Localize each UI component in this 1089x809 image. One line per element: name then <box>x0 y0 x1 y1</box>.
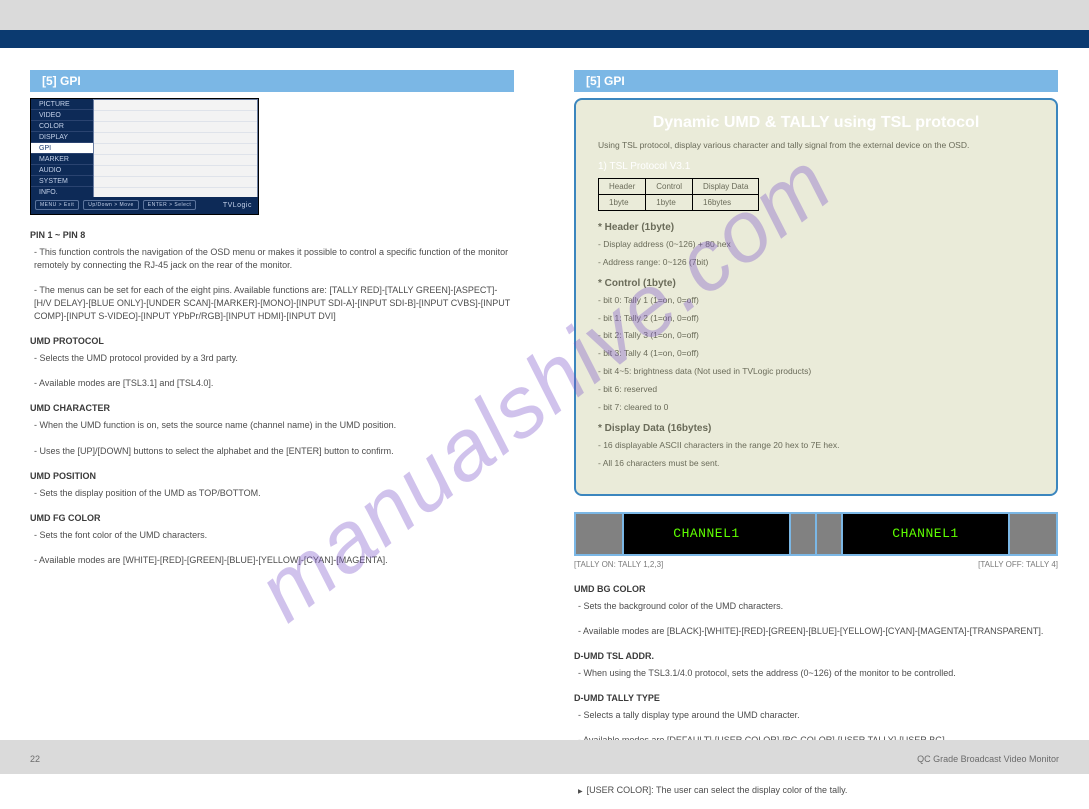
sidebar-item-video: VIDEO <box>31 110 93 121</box>
para: [USER COLOR]: The user can select the di… <box>574 784 1058 797</box>
footer-caption: QC Grade Broadcast Video Monitor <box>917 754 1059 764</box>
th-control: Control <box>646 178 693 194</box>
sidebar-item-gpi: GPI <box>31 143 93 154</box>
tally-block-right-1 <box>817 514 841 554</box>
para: - Sets the display position of the UMD a… <box>30 487 514 500</box>
td-header: 1byte <box>599 194 646 210</box>
para: - Selects a tally display type around th… <box>574 709 1058 722</box>
heading-tsl-tally: D-UMD TALLY TYPE <box>574 692 1058 705</box>
heading-umd-character: UMD CHARACTER <box>30 402 514 415</box>
para: - Uses the [UP]/[DOWN] buttons to select… <box>30 445 514 458</box>
sidebar-item-picture: PICTURE <box>31 99 93 110</box>
osd-content-panel <box>93 99 258 198</box>
osd-hint-exit: MENU > Exit <box>35 200 79 210</box>
info-lead: Using TSL protocol, display various char… <box>598 140 1034 152</box>
para: - Display address (0~126) + 80 hex <box>598 239 1034 251</box>
para: - Available modes are [BLACK]-[WHITE]-[R… <box>574 625 1058 638</box>
para: - bit 3: Tally 4 (1=on, 0=off) <box>598 348 1034 360</box>
heading-umd-protocol: UMD PROTOCOL <box>30 335 514 348</box>
heading-pin1-8: PIN 1 ~ PIN 8 <box>30 229 514 242</box>
hdr-byte-head: * Header (1byte) <box>598 221 1034 235</box>
para: - Available modes are [TSL3.1] and [TSL4… <box>30 377 514 390</box>
para: - bit 6: reserved <box>598 384 1034 396</box>
heading-umd-fg-color: UMD FG COLOR <box>30 512 514 525</box>
info-title: Dynamic UMD & TALLY using TSL protocol <box>598 114 1034 132</box>
left-body-text: PIN 1 ~ PIN 8 - This function controls t… <box>30 229 514 567</box>
info-protocol-hdr: 1) TSL Protocol V3.1 <box>598 160 1034 174</box>
para: - bit 2: Tally 3 (1=on, 0=off) <box>598 330 1034 342</box>
page-number: 22 <box>30 754 40 764</box>
disp-byte-head: * Display Data (16bytes) <box>598 422 1034 436</box>
tally-block-left-1 <box>576 514 622 554</box>
ctrl-byte-head: * Control (1byte) <box>598 277 1034 291</box>
sidebar-item-display: DISPLAY <box>31 132 93 143</box>
sidebar-item-marker: MARKER <box>31 154 93 165</box>
para: - Available modes are [WHITE]-[RED]-[GRE… <box>30 554 514 567</box>
left-column: [5] GPI PICTURE VIDEO COLOR DISPLAY GPI … <box>30 70 514 809</box>
para: - bit 7: cleared to 0 <box>598 402 1034 414</box>
para: - When the UMD function is on, sets the … <box>30 419 514 432</box>
sidebar-item-audio: AUDIO <box>31 165 93 176</box>
table-row: Header Control Display Data <box>599 178 759 194</box>
sidebar-item-system: SYSTEM <box>31 176 93 187</box>
whiteband <box>0 48 1089 70</box>
th-header: Header <box>599 178 646 194</box>
para: - The menus can be set for each of the e… <box>30 284 514 323</box>
para: - Selects the UMD protocol provided by a… <box>30 352 514 365</box>
channel-name-left: CHANNEL1 <box>624 514 789 554</box>
heading-umd-position: UMD POSITION <box>30 470 514 483</box>
para: - Sets the background color of the UMD c… <box>574 600 1058 613</box>
para: - bit 0: Tally 1 (1=on, 0=off) <box>598 295 1034 307</box>
para: - bit 4~5: brightness data (Not used in … <box>598 366 1034 378</box>
para: - When using the TSL3.1/4.0 protocol, se… <box>574 667 1058 680</box>
para: - Address range: 0~126 (7bit) <box>598 257 1034 269</box>
osd-hint-move: Up/Down > Move <box>83 200 139 210</box>
tally-illustration: CHANNEL1 CHANNEL1 <box>574 512 1058 556</box>
td-display: 16bytes <box>693 194 759 210</box>
topbar <box>0 0 1089 30</box>
para: - All 16 characters must be sent. <box>598 458 1034 470</box>
para: - Sets the font color of the UMD charact… <box>30 529 514 542</box>
page-columns: [5] GPI PICTURE VIDEO COLOR DISPLAY GPI … <box>0 70 1089 809</box>
th-display: Display Data <box>693 178 759 194</box>
osd-menu-list: PICTURE VIDEO COLOR DISPLAY GPI MARKER A… <box>31 99 93 198</box>
osd-menu-screenshot: PICTURE VIDEO COLOR DISPLAY GPI MARKER A… <box>30 98 259 215</box>
osd-hint-select: ENTER > Select <box>143 200 197 210</box>
section-header-gpi-right: [5] GPI <box>574 70 1058 92</box>
sidebar-item-color: COLOR <box>31 121 93 132</box>
blue-title-bar <box>0 30 1089 48</box>
section-header-gpi-left: [5] GPI <box>30 70 514 92</box>
tsl-info-box: Dynamic UMD & TALLY using TSL protocol U… <box>574 98 1058 496</box>
osd-brand: TVLogic <box>223 202 252 209</box>
para: - bit 1: Tally 2 (1=on, 0=off) <box>598 313 1034 325</box>
tally-block-right-2 <box>1010 514 1056 554</box>
td-control: 1byte <box>646 194 693 210</box>
caption-tally-left: [TALLY ON: TALLY 1,2,3] <box>574 560 663 569</box>
table-row: 1byte 1byte 16bytes <box>599 194 759 210</box>
heading-tsl-addr: D-UMD TSL ADDR. <box>574 650 1058 663</box>
right-column: [5] GPI Dynamic UMD & TALLY using TSL pr… <box>574 70 1058 809</box>
para: - This function controls the navigation … <box>30 246 514 272</box>
tally-block-left-2 <box>791 514 815 554</box>
osd-footer: MENU > Exit Up/Down > Move ENTER > Selec… <box>31 197 258 214</box>
para: - 16 displayable ASCII characters in the… <box>598 440 1034 452</box>
tsl-packet-table: Header Control Display Data 1byte 1byte … <box>598 178 759 211</box>
heading-umd-bg: UMD BG COLOR <box>574 583 1058 596</box>
channel-name-right: CHANNEL1 <box>843 514 1008 554</box>
caption-tally-right: [TALLY OFF: TALLY 4] <box>978 560 1058 569</box>
